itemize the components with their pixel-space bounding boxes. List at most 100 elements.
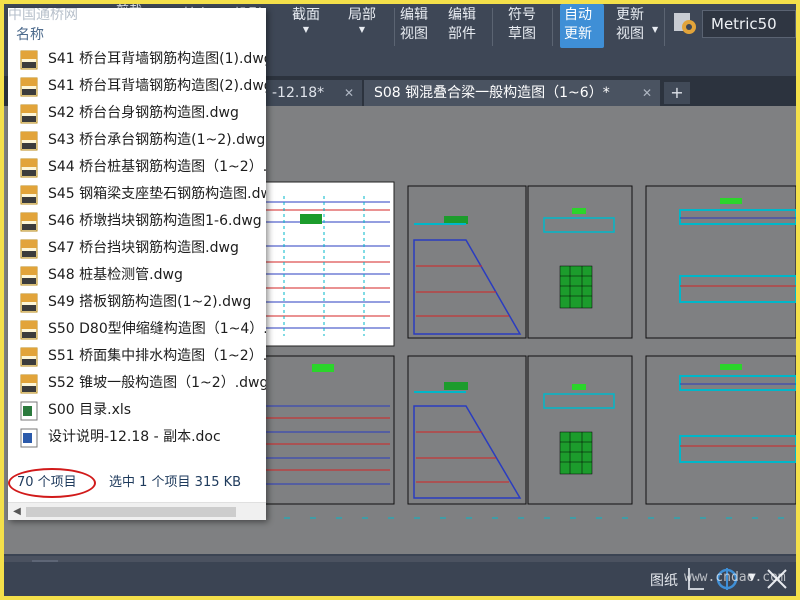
chevron-down-icon: ▼ (302, 25, 310, 34)
site-watermark: www.cndao.com (684, 570, 786, 585)
word-file-icon (20, 428, 38, 448)
sheet-top-3 (527, 185, 633, 339)
update-view-button[interactable]: 更新 视图 (616, 6, 644, 44)
dwg-file-icon (20, 131, 38, 151)
tab-label: S08 钢混叠合梁一般构造图（1~6）* (374, 85, 610, 101)
chevron-down-icon[interactable]: ▼ (652, 20, 658, 39)
explorer-status-bar: 70 个项目 选中 1 个项目 315 KB (8, 468, 266, 498)
ribbon-separator (394, 8, 395, 46)
ribbon-separator (664, 8, 665, 46)
edit-view-line1: 编辑 (400, 7, 428, 23)
dwg-file-icon (20, 104, 38, 124)
file-name: S00 目录.xls (48, 402, 132, 418)
scrollbar-thumb[interactable] (26, 507, 236, 517)
file-list-item[interactable]: S00 目录.xls (8, 397, 266, 424)
dwg-file-icon (20, 212, 38, 232)
drafting-standard-icon[interactable] (672, 10, 698, 36)
chevron-down-icon: ▼ (358, 25, 366, 34)
sheet-bottom-4 (645, 355, 796, 505)
file-list-item[interactable]: S43 桥台承台钢筋构造(1~2).dwg (8, 127, 266, 154)
file-list-item[interactable]: S41 桥台耳背墙钢筋构造图(2).dwg (8, 73, 266, 100)
update-view-line2: 视图 (616, 26, 644, 42)
dwg-file-icon (20, 50, 38, 70)
file-name: S42 桥台台身钢筋构造图.dwg (48, 105, 239, 121)
horizontal-scrollbar[interactable]: ◀ (8, 502, 266, 520)
file-name: S49 搭板钢筋构造图(1~2).dwg (48, 294, 252, 310)
close-icon[interactable]: ✕ (344, 80, 354, 106)
dwg-file-icon (20, 158, 38, 178)
dwg-file-icon (20, 374, 38, 394)
tab-document-1[interactable]: -12.18* ✕ (262, 80, 362, 106)
item-count: 70 个项目 (17, 475, 77, 490)
detail-button[interactable]: 局部 ▼ (342, 6, 382, 35)
dwg-file-icon (20, 266, 38, 286)
auto-update-line2: 更新 (564, 26, 592, 42)
file-list-item[interactable]: S42 桥台台身钢筋构造图.dwg (8, 100, 266, 127)
paper-space-button[interactable]: 图纸 (650, 570, 678, 590)
file-list-item[interactable]: S41 桥台耳背墙钢筋构造图(1).dwg (8, 46, 266, 73)
sheet-top-4 (645, 185, 796, 339)
file-name: 设计说明-12.18 - 副本.doc (48, 429, 221, 445)
new-tab-button[interactable]: + (664, 82, 690, 104)
status-bar: 图纸 ▼ (4, 562, 796, 596)
explorer-watermark: 中国通桥网 (8, 8, 78, 23)
auto-update-line1: 自动 (564, 7, 592, 23)
file-name: S43 桥台承台钢筋构造(1~2).dwg (48, 132, 266, 148)
file-list-item[interactable]: S47 桥台挡块钢筋构造图.dwg (8, 235, 266, 262)
file-name: S44 桥台桩基钢筋构造图（1~2）.dwg (48, 159, 266, 175)
file-list-item[interactable]: S50 D80型伸缩缝构造图（1~4）.dwg (8, 316, 266, 343)
file-name: S47 桥台挡块钢筋构造图.dwg (48, 240, 239, 256)
edit-part-button[interactable]: 编辑 部件 (448, 6, 476, 44)
file-list-item[interactable]: S46 桥墩挡块钢筋构造图1-6.dwg (8, 208, 266, 235)
edit-part-line2: 部件 (448, 26, 476, 42)
file-name: S52 锥坡一般构造图（1~2）.dwg (48, 375, 266, 391)
edit-view-line2: 视图 (400, 26, 428, 42)
dwg-file-icon (20, 320, 38, 340)
chevron-left-icon[interactable]: ◀ (10, 504, 24, 520)
dwg-file-icon (20, 239, 38, 259)
symbol-sketch-button[interactable]: 符号 草图 (508, 6, 536, 44)
file-name: S45 钢箱梁支座垫石钢筋构造图.dwg (48, 186, 266, 202)
sheet-bottom-1 (261, 355, 395, 505)
ribbon-separator (552, 8, 553, 46)
section-button[interactable]: 截面 ▼ (286, 6, 326, 35)
file-name: S41 桥台耳背墙钢筋构造图(2).dwg (48, 78, 266, 94)
file-name: S46 桥墩挡块钢筋构造图1-6.dwg (48, 213, 262, 229)
sheet-top-1 (261, 181, 395, 347)
file-name: S51 桥面集中排水构造图（1~2）.dwg (48, 348, 266, 364)
dwg-file-icon (20, 77, 38, 97)
edit-part-line1: 编辑 (448, 7, 476, 23)
file-list-item[interactable]: S45 钢箱梁支座垫石钢筋构造图.dwg (8, 181, 266, 208)
sheet-bottom-2 (407, 355, 527, 505)
update-view-line1: 更新 (616, 7, 644, 23)
dimension-style-combo[interactable]: Metric50 (702, 10, 796, 38)
sheet-top-2 (407, 185, 527, 339)
file-name: S50 D80型伸缩缝构造图（1~4）.dwg (48, 321, 266, 337)
close-icon[interactable]: ✕ (642, 80, 652, 106)
section-label: 截面 (292, 7, 320, 23)
dwg-file-icon (20, 293, 38, 313)
ribbon-separator (492, 8, 493, 46)
auto-update-text: 自动 更新 (564, 6, 592, 44)
edit-view-button[interactable]: 编辑 视图 (400, 6, 428, 44)
detail-label: 局部 (348, 7, 376, 23)
sheet-bottom-3 (527, 355, 633, 505)
cad-window: 剪裁 基点 投影 截面 ▼ 局部 ▼ 编辑 视图 编辑 部件 符号 草图 (4, 4, 796, 596)
file-name: S48 桩基检测管.dwg (48, 267, 183, 283)
file-name: S41 桥台耳背墙钢筋构造图(1).dwg (48, 51, 266, 67)
dwg-file-icon (20, 185, 38, 205)
tab-document-2[interactable]: S08 钢混叠合梁一般构造图（1~6）* ✕ (364, 80, 660, 106)
file-explorer-panel: 中国通桥网 名称 S41 桥台耳背墙钢筋构造图(1).dwg S41 桥台耳背墙钢… (8, 8, 266, 520)
symbol-sketch-line1: 符号 (508, 7, 536, 23)
selection-info: 选中 1 个项目 315 KB (109, 475, 242, 490)
dwg-file-icon (20, 347, 38, 367)
excel-file-icon (20, 401, 38, 421)
tab-label: -12.18* (272, 85, 325, 101)
column-header-name[interactable]: 名称 (8, 24, 266, 46)
file-list-item[interactable]: S52 锥坡一般构造图（1~2）.dwg (8, 370, 266, 397)
file-list-item[interactable]: S49 搭板钢筋构造图(1~2).dwg (8, 289, 266, 316)
file-list-item[interactable]: 设计说明-12.18 - 副本.doc (8, 424, 266, 451)
file-list-item[interactable]: S44 桥台桩基钢筋构造图（1~2）.dwg (8, 154, 266, 181)
file-list-item[interactable]: S51 桥面集中排水构造图（1~2）.dwg (8, 343, 266, 370)
file-list-item[interactable]: S48 桩基检测管.dwg (8, 262, 266, 289)
